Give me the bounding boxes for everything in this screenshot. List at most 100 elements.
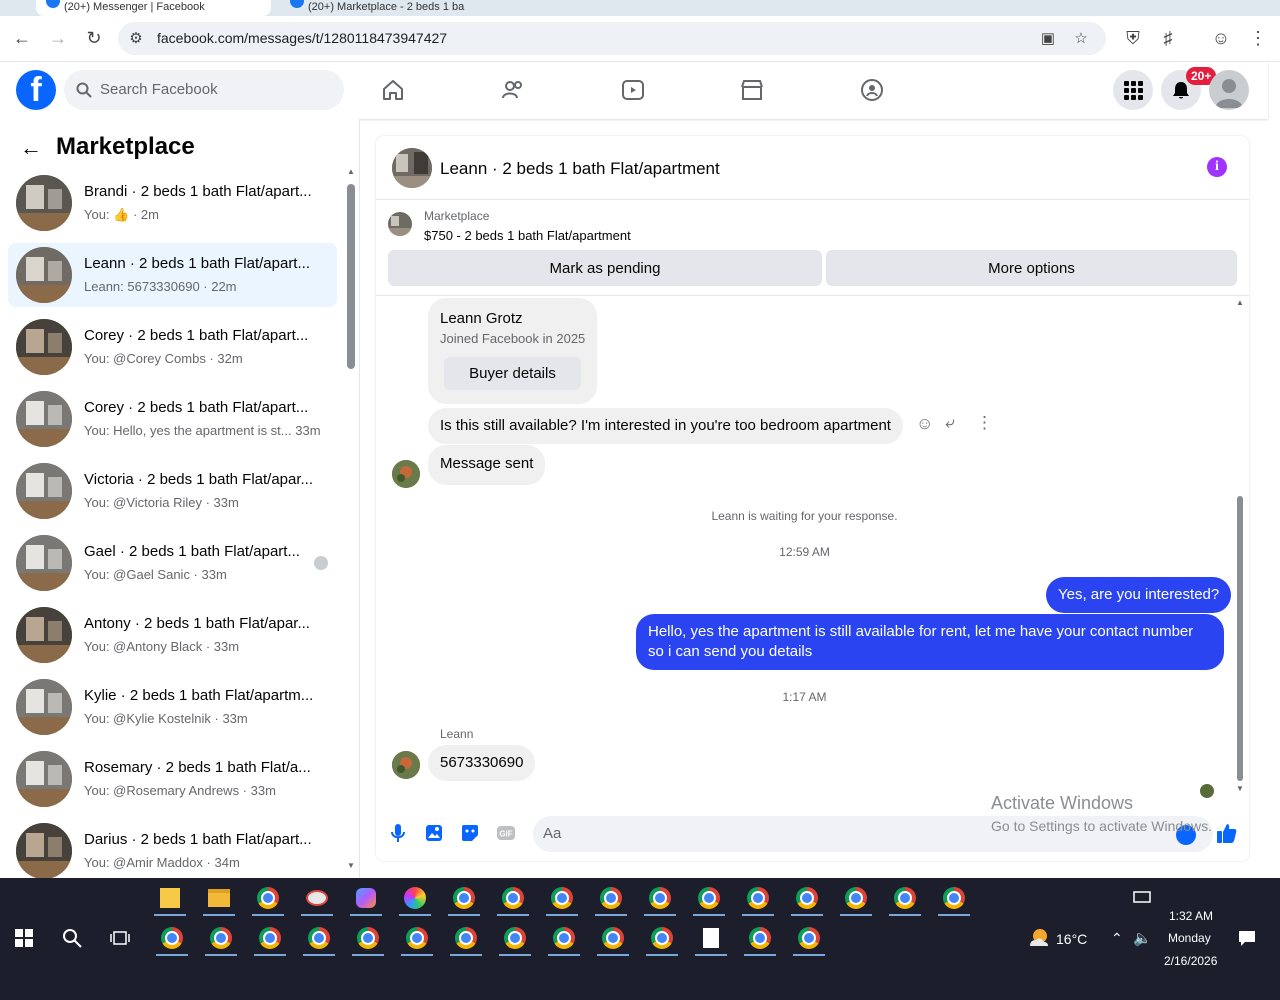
more-kebab-icon[interactable]: ⋮ [976, 413, 993, 433]
weather-icon[interactable] [1018, 918, 1058, 958]
forward-arrow-icon[interactable]: → [46, 26, 70, 50]
chrome-profile-icon[interactable] [640, 878, 680, 918]
shield-extension-icon[interactable]: ⛨ [1121, 26, 1145, 50]
profile-icon[interactable]: ☺ [1209, 26, 1233, 50]
windows-start-icon[interactable] [4, 918, 44, 958]
tab-messenger[interactable]: (20+) Messenger | Facebook [36, 0, 271, 16]
install-app-icon[interactable]: ▣ [1038, 28, 1058, 48]
listing-thumbnail[interactable] [388, 212, 412, 236]
listing-price[interactable]: $750 - 2 beds 1 bath Flat/apartment [424, 228, 631, 243]
chrome-profile-icon[interactable] [444, 878, 484, 918]
chat-title[interactable]: Leann · 2 beds 1 bath Flat/apartment [440, 159, 720, 179]
facebook-logo[interactable]: f [16, 70, 56, 110]
reply-icon[interactable]: ⤶ [945, 413, 955, 433]
conversation-item[interactable]: Darius · 2 beds 1 bath Flat/apart... You:… [8, 819, 337, 883]
more-options-button[interactable]: More options [826, 250, 1237, 286]
chrome-profile-icon[interactable] [299, 918, 339, 958]
chrome-profile-icon[interactable] [593, 918, 633, 958]
chrome-profile-icon[interactable] [787, 878, 827, 918]
react-emoji-icon[interactable]: ☺ [916, 414, 933, 434]
avatar[interactable] [1209, 70, 1249, 110]
message-bubble[interactable]: Hello, yes the apartment is still availa… [636, 614, 1224, 670]
address-bar[interactable]: ⚙ facebook.com/messages/t/12801184739474… [118, 22, 1106, 55]
microphone-icon[interactable] [387, 822, 409, 844]
thumbs-up-icon[interactable] [1216, 822, 1238, 844]
url-text[interactable]: facebook.com/messages/t/1280118473947427 [157, 30, 447, 46]
chevron-up-icon[interactable]: ⌃ [1111, 930, 1123, 947]
message-bubble[interactable]: Yes, are you interested? [1046, 577, 1232, 613]
leann-avatar[interactable] [392, 460, 420, 488]
chrome-profile-icon[interactable] [446, 918, 486, 958]
gif-icon[interactable]: GIF [495, 822, 517, 844]
message-bubble[interactable]: Message sent [428, 445, 546, 485]
chrome-profile-icon[interactable] [738, 878, 778, 918]
home-icon[interactable] [375, 72, 411, 108]
sticker-icon[interactable] [459, 822, 481, 844]
conversation-item[interactable]: Gael · 2 beds 1 bath Flat/apart... You: @… [8, 531, 337, 595]
search-icon[interactable] [52, 918, 92, 958]
chrome-profile-icon[interactable] [250, 918, 290, 958]
video-icon[interactable] [615, 72, 651, 108]
sticky-notes-icon[interactable] [150, 878, 190, 918]
friends-icon[interactable] [495, 72, 531, 108]
chrome-profile-icon[interactable] [544, 918, 584, 958]
network-icon[interactable] [1122, 878, 1162, 918]
chrome-profile-icon[interactable] [348, 918, 388, 958]
conversation-item[interactable]: Corey · 2 beds 1 bath Flat/apart... You: … [8, 387, 337, 451]
notifications-icon[interactable] [1227, 918, 1267, 958]
paint-icon[interactable] [297, 878, 337, 918]
chrome-profile-icon[interactable] [542, 878, 582, 918]
chrome-profile-icon[interactable] [493, 878, 533, 918]
marketplace-icon[interactable] [734, 72, 770, 108]
buyer-details-button[interactable]: Buyer details [444, 357, 581, 390]
groups-icon[interactable] [854, 72, 890, 108]
search-input[interactable]: Search Facebook [64, 70, 344, 110]
copilot-icon[interactable] [346, 878, 386, 918]
chrome-profile-icon[interactable] [885, 878, 925, 918]
chrome-profile-icon[interactable] [201, 918, 241, 958]
conversation-item[interactable]: Leann · 2 beds 1 bath Flat/apart... Leann… [8, 243, 337, 307]
menu-grid-icon[interactable] [1113, 70, 1153, 110]
menu-kebab-icon[interactable]: ⋮ [1246, 26, 1270, 50]
chrome-icon[interactable] [248, 878, 288, 918]
chrome-profile-icon[interactable] [689, 878, 729, 918]
notepad-icon[interactable] [691, 918, 731, 958]
listing-avatar[interactable] [392, 148, 432, 188]
conversation-item[interactable]: Victoria · 2 beds 1 bath Flat/apar... You… [8, 459, 337, 523]
chrome-profile-icon[interactable] [495, 918, 535, 958]
task-view-icon[interactable] [100, 918, 140, 958]
leann-avatar[interactable] [392, 751, 420, 779]
photo-icon[interactable] [423, 822, 445, 844]
profile-name[interactable]: Leann Grotz [440, 310, 523, 327]
extensions-puzzle-icon[interactable]: ♯ [1156, 26, 1180, 50]
chrome-profile-icon[interactable] [934, 878, 974, 918]
chrome-profile-icon[interactable] [397, 918, 437, 958]
conversation-item[interactable]: Kylie · 2 beds 1 bath Flat/apartm... You:… [8, 675, 337, 739]
chrome-profile-icon[interactable] [740, 918, 780, 958]
temperature[interactable]: 16°C [1056, 931, 1087, 947]
clock-day[interactable]: Monday [1168, 931, 1211, 945]
clock-date[interactable]: 2/16/2026 [1164, 954, 1217, 968]
tab-marketplace[interactable]: (20+) Marketplace - 2 beds 1 ba [280, 0, 510, 16]
conversation-item[interactable]: Brandi · 2 beds 1 bath Flat/apart... You:… [8, 171, 337, 235]
chrome-profile-icon[interactable] [591, 878, 631, 918]
bookmark-star-icon[interactable]: ☆ [1071, 28, 1091, 48]
clock-time[interactable]: 1:32 AM [1169, 909, 1213, 923]
conversation-item[interactable]: Corey · 2 beds 1 bath Flat/apart... You: … [8, 315, 337, 379]
sidebar-scrollbar[interactable]: ▲ ▼ [347, 167, 355, 870]
conversation-item[interactable]: Rosemary · 2 beds 1 bath Flat/a... You: @… [8, 747, 337, 811]
back-arrow-icon[interactable]: ← [10, 26, 34, 50]
reload-icon[interactable]: ↻ [82, 26, 106, 50]
message-bubble[interactable]: 5673330690 [428, 745, 536, 781]
conversation-item[interactable]: Antony · 2 beds 1 bath Flat/apar... You: … [8, 603, 337, 667]
file-explorer-icon[interactable] [199, 878, 239, 918]
color-app-icon[interactable] [395, 878, 435, 918]
chrome-profile-icon[interactable] [642, 918, 682, 958]
site-info-icon[interactable]: ⚙ [126, 28, 146, 48]
chrome-profile-icon[interactable] [789, 918, 829, 958]
mark-as-pending-button[interactable]: Mark as pending [388, 250, 822, 286]
speaker-icon[interactable]: 🔈 [1133, 929, 1152, 947]
thread-scrollbar[interactable]: ▲ ▼ [1234, 296, 1246, 796]
back-arrow-icon[interactable]: ← [20, 135, 42, 161]
chrome-profile-icon[interactable] [152, 918, 192, 958]
